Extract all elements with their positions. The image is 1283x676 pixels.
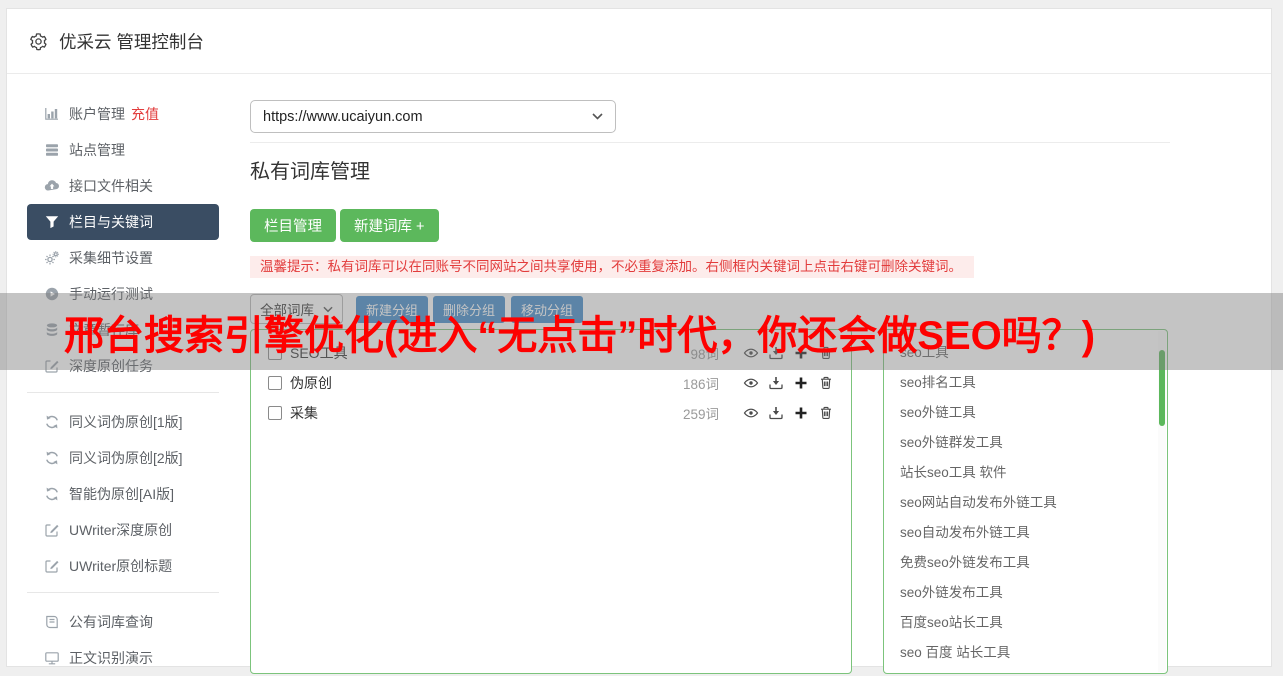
recharge-badge[interactable]: 充值 bbox=[131, 104, 159, 124]
keyword-item[interactable]: seo排名工具 bbox=[884, 368, 1167, 398]
group-actions: 259词 bbox=[683, 403, 834, 423]
app-header: 优采云 管理控制台 bbox=[7, 9, 1271, 74]
group-list-panel: SEO工具98词伪原创186词采集259词 bbox=[250, 329, 852, 674]
scrollbar-track[interactable] bbox=[1158, 331, 1166, 672]
trash-icon[interactable] bbox=[818, 375, 834, 391]
site-url-value: https://www.ucaiyun.com bbox=[263, 109, 423, 125]
group-checkbox[interactable] bbox=[268, 376, 282, 390]
sidebar-item[interactable]: 栏目与关键词 bbox=[27, 204, 219, 240]
group-row: 采集 259词 bbox=[251, 398, 851, 428]
sidebar-item-label: 站点管理 bbox=[69, 140, 125, 160]
sidebar-item-label: 同义词伪原创[2版] bbox=[69, 448, 183, 468]
eye-icon[interactable] bbox=[743, 375, 759, 391]
sidebar: 账户管理充值站点管理接口文件相关栏目与关键词采集细节设置手动运行测试文章暂存库深… bbox=[27, 96, 219, 676]
keyword-item[interactable]: seo外链工具 bbox=[884, 398, 1167, 428]
group-word-count: 259词 bbox=[683, 403, 719, 423]
sidebar-item[interactable]: 采集细节设置 bbox=[27, 240, 219, 276]
refresh-icon bbox=[44, 486, 60, 502]
keyword-item[interactable]: seo外链群发工具 bbox=[884, 428, 1167, 458]
site-url-select[interactable]: https://www.ucaiyun.com bbox=[250, 100, 616, 133]
sidebar-item[interactable]: 同义词伪原创[2版] bbox=[27, 440, 219, 476]
sidebar-item[interactable]: 账户管理充值 bbox=[27, 96, 219, 132]
keyword-item[interactable]: 站长seo工具 软件 bbox=[884, 458, 1167, 488]
sidebar-item-label: 栏目与关键词 bbox=[69, 212, 153, 232]
keyword-list: seo工具seo排名工具seo外链工具seo外链群发工具站长seo工具 软件se… bbox=[884, 338, 1167, 668]
sidebar-divider bbox=[27, 592, 219, 593]
sidebar-item-label: UWriter原创标题 bbox=[69, 556, 172, 576]
column-manage-button[interactable]: 栏目管理 bbox=[250, 209, 336, 242]
sidebar-item-label: UWriter深度原创 bbox=[69, 520, 172, 540]
keyword-item[interactable]: 免费seo外链发布工具 bbox=[884, 548, 1167, 578]
watermark-overlay: 邢台搜索引擎优化(进入“无点击”时代，你还会做SEO吗？) bbox=[0, 293, 1283, 370]
sidebar-item[interactable]: 站点管理 bbox=[27, 132, 219, 168]
keyword-item[interactable]: 百度seo站长工具 bbox=[884, 608, 1167, 638]
sidebar-item[interactable]: 正文识别演示 bbox=[27, 640, 219, 676]
funnel-icon bbox=[44, 214, 60, 230]
sidebar-item-label: 公有词库查询 bbox=[69, 612, 153, 632]
bar-chart-icon bbox=[44, 106, 60, 122]
sidebar-item-label: 账户管理 bbox=[69, 104, 125, 124]
cloud-upload-icon bbox=[44, 178, 60, 194]
download-icon[interactable] bbox=[768, 375, 784, 391]
group-row: 伪原创 186词 bbox=[251, 368, 851, 398]
edit-icon bbox=[44, 522, 60, 538]
watermark-text: 邢台搜索引擎优化(进入“无点击”时代，你还会做SEO吗？) bbox=[0, 303, 1095, 361]
group-actions: 186词 bbox=[683, 373, 834, 393]
keyword-item[interactable]: seo外链发布工具 bbox=[884, 578, 1167, 608]
plus-icon[interactable] bbox=[793, 375, 809, 391]
group-name[interactable]: 伪原创 bbox=[290, 373, 332, 393]
app-title: 优采云 管理控制台 bbox=[59, 29, 204, 54]
keyword-item[interactable]: seo网站自动发布外链工具 bbox=[884, 488, 1167, 518]
keyword-list-panel: seo工具seo排名工具seo外链工具seo外链群发工具站长seo工具 软件se… bbox=[883, 329, 1168, 674]
group-name[interactable]: 采集 bbox=[290, 403, 318, 423]
gear-icon bbox=[29, 32, 48, 51]
trash-icon[interactable] bbox=[818, 405, 834, 421]
chevron-down-icon bbox=[592, 113, 603, 120]
refresh-icon bbox=[44, 450, 60, 466]
tip-banner: 温馨提示：私有词库可以在同账号不同网站之间共享使用，不必重复添加。右侧框内关键词… bbox=[250, 256, 974, 278]
sidebar-item[interactable]: UWriter原创标题 bbox=[27, 548, 219, 584]
sidebar-item-label: 智能伪原创[AI版] bbox=[69, 484, 174, 504]
eye-icon[interactable] bbox=[743, 405, 759, 421]
sidebar-item[interactable]: 公有词库查询 bbox=[27, 604, 219, 640]
sidebar-item[interactable]: 同义词伪原创[1版] bbox=[27, 404, 219, 440]
server-icon bbox=[44, 142, 60, 158]
sidebar-item[interactable]: 智能伪原创[AI版] bbox=[27, 476, 219, 512]
edit-icon bbox=[44, 558, 60, 574]
sidebar-item-label: 同义词伪原创[1版] bbox=[69, 412, 183, 432]
divider bbox=[250, 142, 1170, 143]
sidebar-divider bbox=[27, 392, 219, 393]
page-title: 私有词库管理 bbox=[250, 155, 370, 184]
monitor-icon bbox=[44, 650, 60, 666]
plus-icon[interactable] bbox=[793, 405, 809, 421]
sidebar-item[interactable]: 接口文件相关 bbox=[27, 168, 219, 204]
sidebar-item[interactable]: UWriter深度原创 bbox=[27, 512, 219, 548]
sidebar-item-label: 接口文件相关 bbox=[69, 176, 153, 196]
group-checkbox[interactable] bbox=[268, 406, 282, 420]
download-icon[interactable] bbox=[768, 405, 784, 421]
sidebar-item-label: 正文识别演示 bbox=[69, 648, 153, 668]
refresh-icon bbox=[44, 414, 60, 430]
sidebar-item-label: 采集细节设置 bbox=[69, 248, 153, 268]
book-icon bbox=[44, 614, 60, 630]
new-thesaurus-button[interactable]: 新建词库 + bbox=[340, 209, 439, 242]
gears-icon bbox=[44, 250, 60, 266]
keyword-item[interactable]: seo 百度 站长工具 bbox=[884, 638, 1167, 668]
keyword-item[interactable]: seo自动发布外链工具 bbox=[884, 518, 1167, 548]
group-word-count: 186词 bbox=[683, 373, 719, 393]
